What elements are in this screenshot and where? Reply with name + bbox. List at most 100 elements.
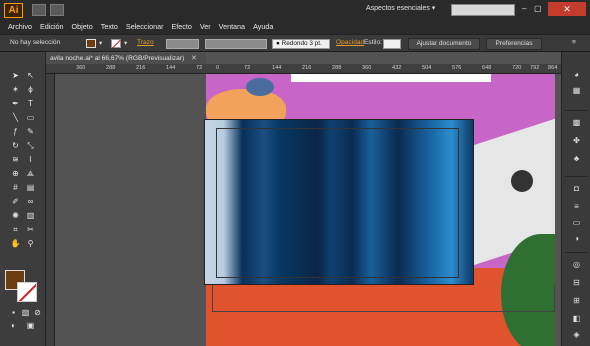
- layers-icon[interactable]: ◈: [571, 330, 582, 340]
- ruler-tick: 144: [166, 65, 176, 71]
- stroke-label[interactable]: Trazo: [137, 39, 154, 46]
- stroke-swatch[interactable]: [111, 39, 121, 48]
- fill-swatch[interactable]: [86, 39, 96, 48]
- slice-icon[interactable]: ✂: [24, 224, 37, 236]
- width-tool-icon[interactable]: ≋: [9, 154, 22, 166]
- ruler-tick: 288: [332, 65, 342, 71]
- paintbrush-icon[interactable]: ƒ: [9, 126, 22, 138]
- workspace-switcher[interactable]: Aspectos esenciales ▾: [366, 4, 435, 12]
- panel-menu-icon[interactable]: ≡: [572, 39, 576, 46]
- ruler-tick: 72: [196, 65, 203, 71]
- warp-icon[interactable]: ⌇: [24, 154, 37, 166]
- search-input[interactable]: [451, 4, 515, 16]
- brush-label: Redondo 3 pt.: [281, 40, 322, 47]
- brushes-icon[interactable]: ✤: [571, 136, 582, 146]
- style-label: Estilo:: [364, 39, 382, 46]
- arrange-documents-icon[interactable]: [50, 4, 64, 16]
- menu-seleccionar[interactable]: Seleccionar: [122, 21, 168, 33]
- selection-tool-icon[interactable]: ➤: [9, 70, 22, 82]
- preferences-button[interactable]: Preferencias: [486, 38, 542, 50]
- ruler-tick: 0: [216, 65, 220, 71]
- gradient-panel-icon[interactable]: ▭: [571, 218, 582, 228]
- fill-dropdown-icon[interactable]: ▾: [99, 39, 102, 47]
- swatches-icon[interactable]: ▩: [571, 118, 582, 128]
- symbols-icon[interactable]: ♣: [571, 154, 582, 164]
- scale-tool-icon[interactable]: ⤡: [24, 140, 37, 152]
- blend-icon[interactable]: ∞: [24, 196, 37, 208]
- rectangle-tool-icon[interactable]: ▭: [24, 112, 37, 124]
- lasso-icon[interactable]: ϕ: [24, 84, 37, 96]
- panel-separator: [565, 252, 588, 253]
- ruler-tick: 864: [548, 65, 558, 71]
- perspective-icon[interactable]: ⟁: [24, 168, 37, 180]
- direct-selection-tool-icon[interactable]: ↖: [24, 70, 37, 82]
- transform-icon[interactable]: ⊞: [571, 296, 582, 306]
- variable-width-field[interactable]: [205, 39, 267, 49]
- selection-status: No hay selección: [10, 39, 61, 46]
- pen-tool-icon[interactable]: ✒: [9, 98, 22, 110]
- none-mode-icon[interactable]: ⊘: [31, 307, 44, 319]
- graphic-styles-icon[interactable]: ◘: [571, 184, 582, 194]
- maximize-icon[interactable]: ▢: [534, 4, 542, 14]
- menu-texto[interactable]: Texto: [97, 21, 122, 33]
- graph-icon[interactable]: ▥: [24, 210, 37, 222]
- type-tool-icon[interactable]: T: [24, 98, 37, 110]
- document-tab[interactable]: avila noche.ai* al 66,67% (RGB/Previsual…: [46, 53, 206, 64]
- menu-bar: Archivo Edición Objeto Texto Seleccionar…: [4, 21, 277, 33]
- menu-archivo[interactable]: Archivo: [4, 21, 36, 33]
- tab-close-icon[interactable]: ✕: [191, 54, 197, 62]
- hand-tool-icon[interactable]: ✋: [9, 238, 22, 250]
- fit-document-button[interactable]: Ajustar documento: [408, 38, 480, 50]
- minimize-icon[interactable]: –: [522, 4, 526, 14]
- bridge-icon[interactable]: [32, 4, 46, 16]
- stroke-icon[interactable]: ≡: [571, 202, 582, 212]
- symbol-sprayer-icon[interactable]: ✺: [9, 210, 22, 222]
- ruler-tick: 72: [244, 65, 251, 71]
- menu-objeto[interactable]: Objeto: [68, 21, 97, 33]
- artwork-top-strip: [291, 74, 491, 82]
- brush-dropdown[interactable]: ● Redondo 3 pt.: [272, 39, 330, 49]
- opacity-label[interactable]: Opacidad: [336, 39, 364, 46]
- appearance-icon[interactable]: ◎: [571, 260, 582, 270]
- stroke-weight-field[interactable]: [166, 39, 199, 49]
- ruler-tick: 504: [422, 65, 432, 71]
- pencil-icon[interactable]: ✎: [24, 126, 37, 138]
- ruler-tick: 216: [302, 65, 312, 71]
- magic-wand-icon[interactable]: ✶: [9, 84, 22, 96]
- illustrator-logo: Ai: [4, 3, 23, 18]
- zoom-tool-icon[interactable]: ⚲: [24, 238, 37, 250]
- draw-mode-icon[interactable]: ◐: [7, 320, 20, 332]
- menu-ventana[interactable]: Ventana: [215, 21, 249, 33]
- menu-ver[interactable]: Ver: [196, 21, 215, 33]
- artboard-tool-icon[interactable]: ⌗: [9, 224, 22, 236]
- color-icon[interactable]: ◕: [571, 70, 582, 80]
- ruler-tick: 648: [482, 65, 492, 71]
- ruler-tick: 360: [362, 65, 372, 71]
- control-bar: No hay selección ▾ ▾ Trazo ● Redondo 3 p…: [0, 34, 590, 52]
- ruler-tick: 144: [272, 65, 282, 71]
- color-guide-icon[interactable]: ▦: [571, 86, 582, 96]
- menu-edicion[interactable]: Edición: [36, 21, 68, 33]
- gradient-icon[interactable]: ▤: [24, 182, 37, 194]
- ruler-tick: 720: [512, 65, 522, 71]
- transparency-icon[interactable]: ◑: [571, 234, 582, 244]
- style-dropdown[interactable]: [383, 39, 401, 49]
- eyedropper-icon[interactable]: ✐: [9, 196, 22, 208]
- menu-ayuda[interactable]: Ayuda: [249, 21, 277, 33]
- shape-builder-icon[interactable]: ⊕: [9, 168, 22, 180]
- close-button[interactable]: ✕: [548, 2, 586, 16]
- mesh-icon[interactable]: #: [9, 182, 22, 194]
- stroke-dropdown-icon[interactable]: ▾: [124, 39, 127, 47]
- ruler-tick: 792: [530, 65, 540, 71]
- panel-separator: [565, 110, 588, 111]
- stroke-color-box[interactable]: [17, 282, 37, 302]
- menu-efecto[interactable]: Efecto: [167, 21, 195, 33]
- screen-mode-icon[interactable]: ▣: [24, 320, 37, 332]
- rotate-tool-icon[interactable]: ↻: [9, 140, 22, 152]
- ruler-tick: 576: [452, 65, 462, 71]
- workspace-label: Aspectos esenciales: [366, 5, 430, 12]
- align-icon[interactable]: ⊟: [571, 278, 582, 288]
- selection-bounds: [216, 128, 459, 278]
- line-tool-icon[interactable]: ╲: [9, 112, 22, 124]
- pathfinder-icon[interactable]: ◧: [571, 314, 582, 324]
